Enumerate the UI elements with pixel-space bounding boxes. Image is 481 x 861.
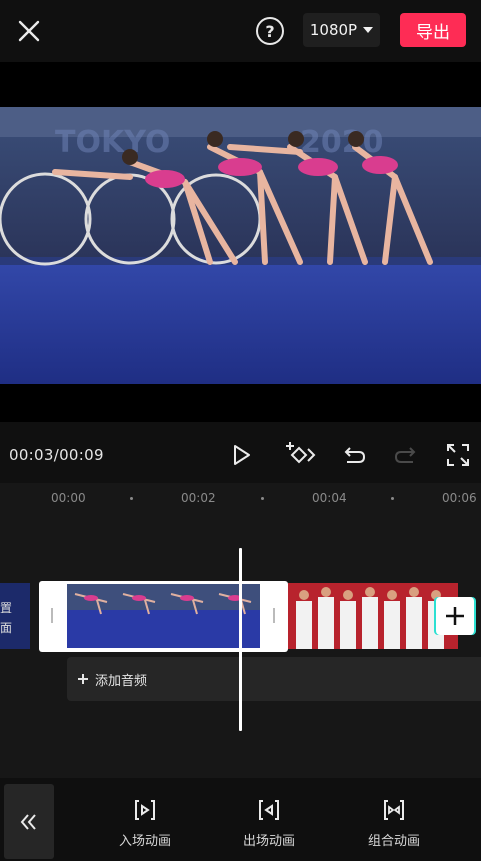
exit-animation-tool[interactable]: 出场动画	[224, 798, 314, 849]
tool-label: 出场动画	[242, 834, 295, 849]
clip-text: 面	[0, 621, 13, 635]
play-button[interactable]	[226, 440, 256, 470]
player-controls: 00:03/00:09	[0, 428, 481, 483]
clip-thumbnails	[67, 584, 260, 648]
redo-icon	[394, 447, 416, 463]
plus-icon	[446, 607, 464, 625]
video-clip-next[interactable]	[288, 583, 458, 649]
tool-label: 组合动画	[367, 834, 420, 849]
ruler-label: 00:04	[312, 491, 347, 505]
ruler-label: 00:06	[442, 491, 477, 505]
video-clip-selected[interactable]	[39, 581, 288, 652]
trim-handle-right[interactable]	[273, 608, 275, 623]
ruler-label: 00:00	[51, 491, 86, 505]
svg-text:2020: 2020	[300, 125, 384, 160]
caret-down-icon	[363, 27, 374, 33]
resolution-label: 1080P	[309, 21, 358, 39]
exit-animation-icon	[259, 800, 279, 820]
ruler-dot	[391, 497, 394, 500]
video-frame-image: TOKYO 2020	[0, 107, 481, 384]
add-clip-button[interactable]	[436, 597, 474, 635]
svg-text:TOKYO: TOKYO	[55, 125, 170, 160]
close-icon	[18, 20, 40, 42]
resolution-dropdown[interactable]: 1080P	[303, 13, 380, 47]
collapse-back-button[interactable]	[4, 784, 54, 859]
redo-button[interactable]	[391, 440, 421, 470]
export-button[interactable]: 导出	[400, 13, 466, 47]
undo-button[interactable]	[339, 440, 369, 470]
timecode: 00:03/00:09	[9, 446, 104, 464]
enter-animation-tool[interactable]: 入场动画	[100, 798, 190, 849]
timeline[interactable]: 00:00 00:02 00:04 00:06 置 面 添加音频	[0, 483, 481, 778]
fullscreen-button[interactable]	[443, 440, 473, 470]
help-icon: ?	[265, 21, 275, 41]
tool-label: 入场动画	[118, 834, 171, 849]
video-preview[interactable]: TOKYO 2020	[0, 107, 481, 384]
add-audio-label: 添加音频	[95, 673, 148, 689]
play-icon	[234, 445, 250, 465]
undo-icon	[344, 447, 366, 463]
enter-animation-icon	[135, 800, 155, 820]
ruler-label: 00:02	[181, 491, 216, 505]
combo-animation-icon	[384, 800, 404, 820]
keyframe-add-icon	[286, 442, 316, 464]
bottom-toolbar: 入场动画 出场动画 组合动画	[0, 778, 481, 861]
plus-icon	[78, 674, 88, 684]
video-clip-previous[interactable]: 置 面	[0, 583, 30, 649]
double-chevron-left-icon	[20, 813, 36, 830]
export-label: 导出	[416, 22, 450, 43]
top-bar: ? 1080P 导出	[0, 0, 481, 62]
ruler-dot	[130, 497, 133, 500]
clip-thumbnails	[288, 583, 458, 649]
fullscreen-icon	[447, 444, 469, 466]
trim-handle-left[interactable]	[51, 608, 53, 623]
clip-text: 置	[0, 601, 13, 615]
ruler-dot	[261, 497, 264, 500]
combo-animation-tool[interactable]: 组合动画	[349, 798, 439, 849]
add-keyframe-button[interactable]	[284, 440, 318, 470]
playhead[interactable]	[239, 548, 242, 731]
add-audio-button[interactable]: 添加音频	[67, 657, 481, 701]
help-button[interactable]: ?	[256, 17, 284, 45]
close-button[interactable]	[14, 16, 44, 46]
